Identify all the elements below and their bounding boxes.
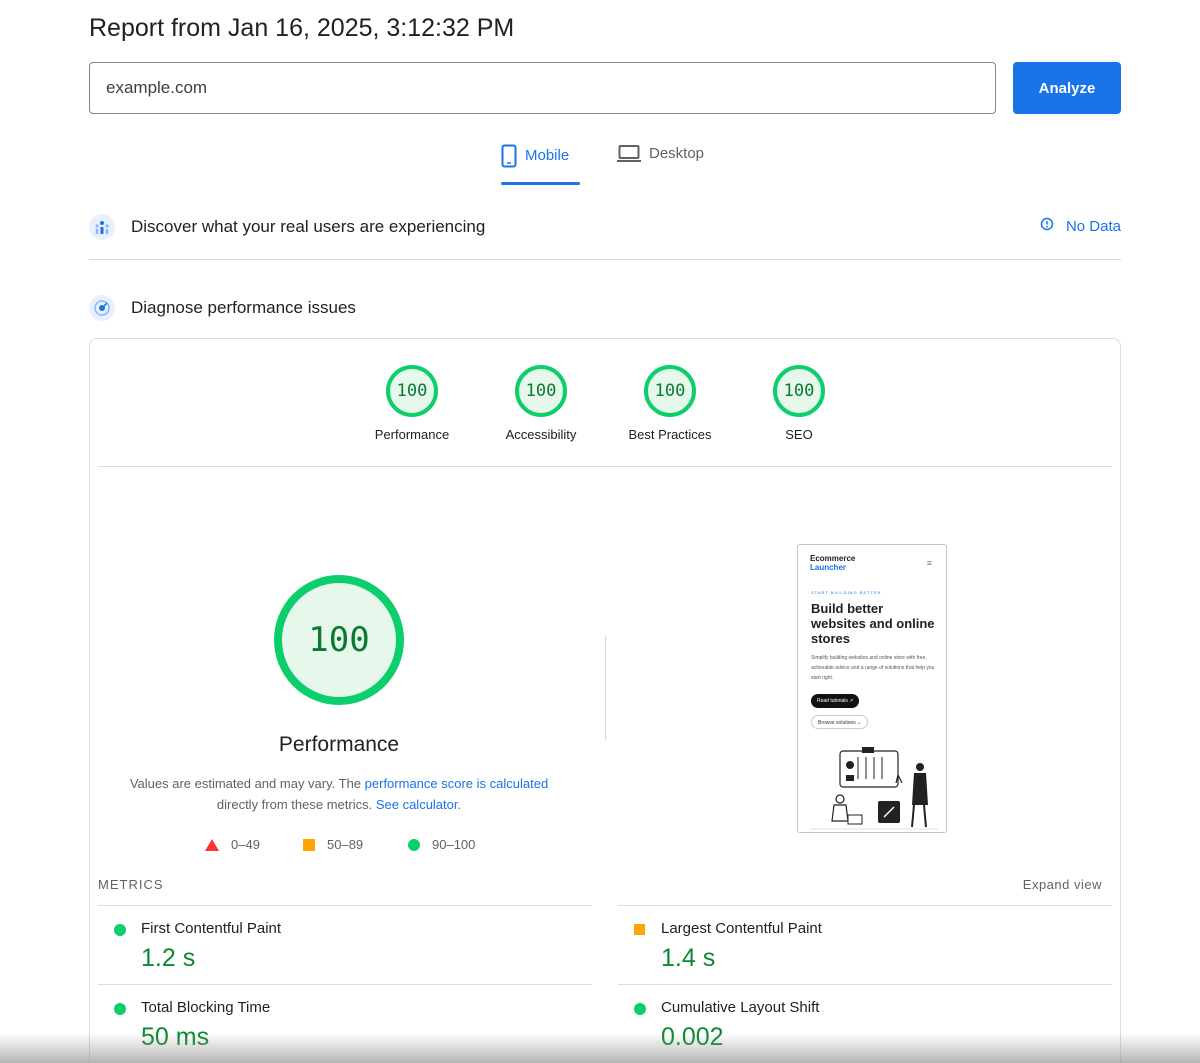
performance-description: Values are estimated and may vary. The p… bbox=[114, 773, 564, 815]
pass-circle-icon bbox=[114, 924, 126, 936]
performance-title: Performance bbox=[278, 733, 400, 756]
score-value: 100 bbox=[386, 365, 438, 417]
screenshot-kicker: START BUILDING BETTER bbox=[811, 590, 882, 595]
legend-pass-label: 90–100 bbox=[432, 837, 476, 852]
metric-name: Total Blocking Time bbox=[141, 999, 271, 1016]
pass-circle-icon bbox=[408, 838, 420, 851]
lighthouse-report-card: 100 Performance 100 Accessibility 100 Be… bbox=[89, 338, 1121, 1063]
tab-mobile[interactable]: Mobile bbox=[501, 144, 569, 186]
desc-middle: directly from these metrics. bbox=[216, 797, 376, 812]
info-icon bbox=[1040, 217, 1054, 235]
score-label: Performance bbox=[374, 427, 450, 442]
device-tabs: Mobile Desktop bbox=[501, 144, 741, 186]
metric-name: First Contentful Paint bbox=[141, 920, 282, 937]
final-screenshot[interactable]: Ecommerce Launcher ≡ START BUILDING BETT… bbox=[797, 544, 947, 833]
legend-pass: 90–100 bbox=[408, 837, 475, 852]
score-label: SEO bbox=[785, 427, 813, 442]
users-chart-icon bbox=[89, 214, 115, 240]
metric-first-contentful-paint: First Contentful Paint 1.2 s bbox=[98, 905, 592, 985]
report-title: Report from Jan 16, 2025, 3:12:32 PM bbox=[89, 14, 515, 42]
score-value: 100 bbox=[644, 365, 696, 417]
active-tab-indicator bbox=[501, 182, 580, 185]
average-square-icon bbox=[634, 924, 645, 935]
screenshot-brand: Ecommerce bbox=[810, 554, 856, 563]
legend-fail-label: 0–49 bbox=[231, 837, 260, 852]
metric-total-blocking-time: Total Blocking Time 50 ms bbox=[98, 984, 592, 1063]
metrics-heading: METRICS bbox=[98, 877, 164, 892]
metric-value: 50 ms bbox=[141, 1023, 210, 1051]
metric-name: Cumulative Layout Shift bbox=[661, 999, 820, 1016]
crux-section-header: Discover what your real users are experi… bbox=[89, 207, 1121, 247]
see-calculator-link[interactable]: See calculator. bbox=[376, 797, 461, 812]
metric-largest-contentful-paint: Largest Contentful Paint 1.4 s bbox=[618, 905, 1112, 985]
score-value: 100 bbox=[773, 365, 825, 417]
metric-name: Largest Contentful Paint bbox=[661, 920, 822, 937]
tab-desktop[interactable]: Desktop bbox=[617, 144, 704, 186]
tab-desktop-label: Desktop bbox=[649, 145, 705, 162]
legend-average: 50–89 bbox=[303, 837, 363, 852]
card-divider bbox=[98, 466, 1112, 467]
legend-fail: 0–49 bbox=[205, 837, 260, 852]
tab-mobile-label: Mobile bbox=[525, 147, 570, 164]
mobile-phone-icon bbox=[501, 144, 517, 172]
diagnose-title: Diagnose performance issues bbox=[131, 298, 356, 317]
performance-gauge: 100 bbox=[274, 575, 404, 705]
screenshot-secondary-button: Browse solutions ⌄ bbox=[811, 715, 869, 729]
metric-cumulative-layout-shift: Cumulative Layout Shift 0.002 bbox=[618, 984, 1112, 1063]
average-square-icon bbox=[303, 838, 315, 851]
score-value: 100 bbox=[515, 365, 567, 417]
speedometer-icon bbox=[89, 295, 115, 321]
metric-value: 1.4 s bbox=[661, 944, 716, 972]
score-calculated-link[interactable]: performance score is calculated bbox=[365, 776, 549, 791]
metric-value: 1.2 s bbox=[141, 944, 196, 972]
screenshot-brand-accent: Launcher bbox=[810, 563, 847, 572]
desc-prefix: Values are estimated and may vary. The bbox=[129, 776, 365, 791]
screenshot-body: Simplify building websites and online st… bbox=[811, 655, 935, 681]
score-gauge-accessibility[interactable]: 100 Accessibility bbox=[486, 365, 596, 442]
crux-title: Discover what your real users are experi… bbox=[131, 217, 486, 236]
screenshot-headline: Build better websites and online stores bbox=[811, 601, 935, 646]
fail-triangle-icon bbox=[205, 838, 219, 851]
score-gauge-seo[interactable]: 100 SEO bbox=[744, 365, 854, 442]
legend-average-label: 50–89 bbox=[327, 837, 364, 852]
vertical-divider bbox=[605, 635, 606, 741]
score-label: Best Practices bbox=[628, 427, 712, 442]
hamburger-menu-icon: ≡ bbox=[926, 558, 932, 568]
score-gauge-best-practices[interactable]: 100 Best Practices bbox=[615, 365, 725, 442]
analyze-button[interactable]: Analyze bbox=[1013, 62, 1121, 114]
score-gauge-performance[interactable]: 100 Performance bbox=[357, 365, 467, 442]
divider bbox=[89, 259, 1121, 260]
no-data-link[interactable]: No Data bbox=[1040, 217, 1121, 235]
no-data-label: No Data bbox=[1065, 217, 1121, 235]
diagnose-section-header: Diagnose performance issues bbox=[89, 288, 1121, 328]
screenshot-primary-button: Read tutorials ↗ bbox=[811, 694, 860, 708]
screenshot-illustration-icon bbox=[810, 747, 938, 830]
pass-circle-icon bbox=[114, 1003, 126, 1015]
score-label: Accessibility bbox=[505, 427, 577, 442]
metric-value: 0.002 bbox=[661, 1023, 724, 1051]
url-input[interactable] bbox=[89, 62, 996, 114]
laptop-icon bbox=[617, 144, 641, 168]
expand-view-toggle[interactable]: Expand view bbox=[1023, 877, 1102, 892]
pass-circle-icon bbox=[634, 1003, 646, 1015]
